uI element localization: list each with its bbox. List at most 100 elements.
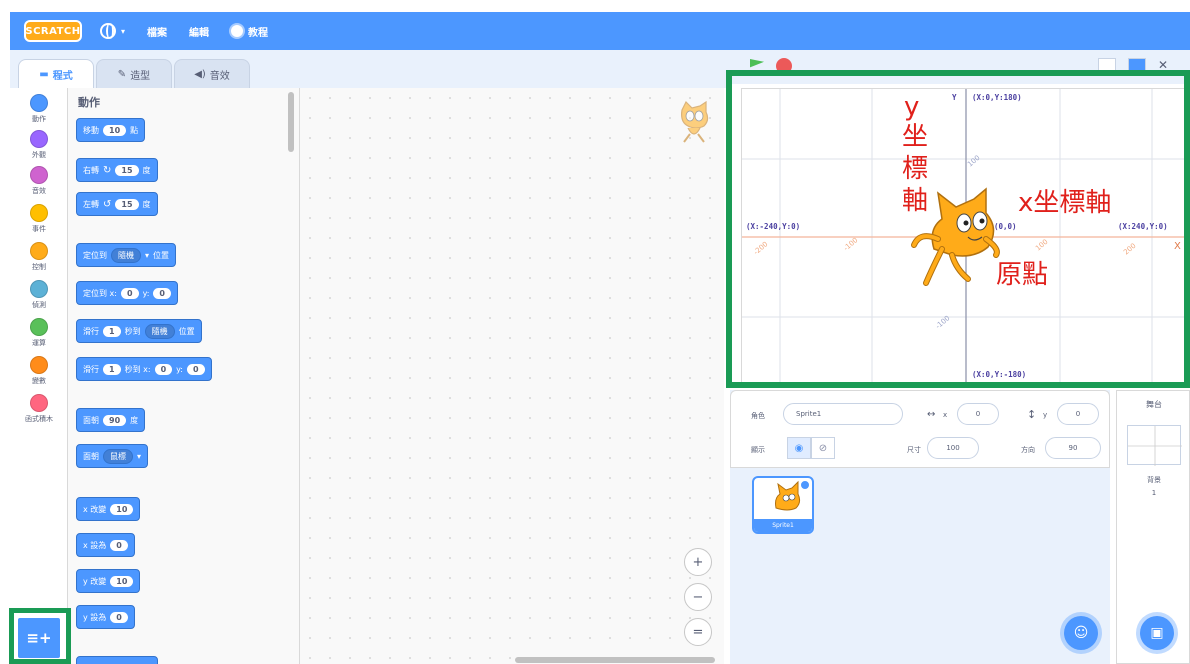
block-point-towards[interactable]: 面朝 鼠標 ▾: [76, 444, 149, 468]
block-dropdown[interactable]: 隨機: [144, 323, 175, 339]
category-control[interactable]: 控制: [10, 242, 68, 272]
block-go-to-random[interactable]: 定位到 隨機 ▾ 位置: [76, 243, 177, 267]
hide-sprite-button[interactable]: ⊘: [811, 437, 835, 459]
block-input[interactable]: 0: [187, 363, 205, 375]
menu-bar: SCRATCH ▾ 檔案 編輯 教程: [10, 12, 1190, 50]
eye-slash-icon: ⊘: [818, 442, 828, 454]
tab-code[interactable]: ▬ 程式: [18, 59, 94, 88]
scratch-logo[interactable]: SCRATCH: [24, 20, 82, 42]
zoom-in-icon: +: [692, 554, 704, 570]
block-change-y[interactable]: y 改變 10: [76, 569, 141, 593]
show-label: 顯示: [751, 446, 765, 454]
tab-code-label: 程式: [52, 70, 73, 82]
sound-dot-icon: [30, 166, 48, 184]
block-input[interactable]: 1: [103, 325, 121, 337]
language-menu[interactable]: ▾: [100, 23, 125, 39]
block-text: 位置: [153, 250, 170, 260]
category-label: 函式積木: [25, 415, 53, 423]
workspace-scrollbar[interactable]: [515, 657, 715, 663]
category-looks[interactable]: 外觀: [10, 130, 68, 160]
block-input[interactable]: 90: [103, 414, 127, 426]
block-turn-right[interactable]: 右轉 ↻ 15 度: [76, 158, 158, 182]
category-label: 運算: [32, 339, 46, 347]
block-input[interactable]: 10: [110, 503, 134, 515]
category-label: 音效: [32, 187, 46, 195]
block-change-x[interactable]: x 改變 10: [76, 497, 141, 521]
block-glide-xy[interactable]: 滑行 1 秒到 x: 0 y: 0: [76, 357, 212, 381]
choose-backdrop-button[interactable]: ▣: [1140, 616, 1174, 650]
file-menu[interactable]: 檔案: [147, 24, 167, 39]
block-input[interactable]: 15: [115, 198, 139, 210]
block-input[interactable]: 0: [153, 287, 171, 299]
block-dropdown[interactable]: 隨機: [111, 247, 141, 263]
zoom-in-button[interactable]: +: [684, 548, 712, 576]
block-text: 度: [130, 415, 139, 425]
block-input[interactable]: 10: [103, 124, 127, 136]
operators-dot-icon: [30, 318, 48, 336]
category-variables[interactable]: 變數: [10, 356, 68, 386]
zoom-reset-button[interactable]: =: [684, 618, 712, 646]
category-operators[interactable]: 運算: [10, 318, 68, 348]
block-input[interactable]: 15: [115, 164, 139, 176]
choose-sprite-button[interactable]: ☺: [1064, 616, 1098, 650]
block-turn-left[interactable]: 左轉 ↺ 15 度: [76, 192, 158, 216]
sprite-thumbnail[interactable]: Sprite1: [752, 476, 814, 534]
block-partial[interactable]: [76, 656, 158, 664]
y-label: y: [1043, 411, 1048, 419]
category-motion[interactable]: 動作: [10, 94, 68, 124]
zoom-out-button[interactable]: −: [684, 583, 712, 611]
block-set-x[interactable]: x 設為 0: [76, 533, 135, 557]
block-set-y[interactable]: y 設為 0: [76, 605, 135, 629]
block-input[interactable]: 0: [120, 287, 139, 299]
block-input[interactable]: 0: [110, 611, 128, 623]
my-blocks-dot-icon: [30, 394, 48, 412]
stage-thumbnail[interactable]: [1127, 425, 1182, 466]
delete-sprite-button[interactable]: [800, 480, 810, 490]
block-point-direction[interactable]: 面朝 90 度: [76, 408, 146, 432]
sprite-name-input[interactable]: Sprite1: [783, 403, 903, 425]
block-text: y:: [176, 364, 183, 374]
highlight-box-stage: [726, 70, 1190, 388]
rotate-left-icon: ↺: [103, 198, 112, 210]
block-input[interactable]: 0: [110, 539, 128, 551]
tutorials-menu[interactable]: 教程: [231, 24, 268, 39]
code-icon: ▬: [39, 68, 49, 80]
block-text: 滑行: [83, 364, 99, 374]
y-position-input[interactable]: 0: [1057, 403, 1099, 425]
edit-menu[interactable]: 編輯: [189, 24, 209, 39]
direction-input[interactable]: 90: [1045, 437, 1101, 459]
direction-label: 方向: [1021, 446, 1035, 454]
stage-pane-title: 舞台: [1146, 400, 1162, 409]
x-position-input[interactable]: 0: [957, 403, 999, 425]
tutorials-menu-label: 教程: [248, 27, 269, 39]
highlight-box-extension: [9, 608, 71, 664]
category-menu: 動作 外觀 音效 事件 控制 偵測 運算 變數 函式積木: [10, 88, 68, 664]
category-events[interactable]: 事件: [10, 204, 68, 234]
show-sprite-button[interactable]: ◉: [787, 437, 811, 459]
lightbulb-icon: [231, 25, 244, 37]
code-workspace[interactable]: [300, 88, 724, 664]
category-sound[interactable]: 音效: [10, 166, 68, 196]
block-text: 秒到 x:: [124, 364, 151, 374]
block-input[interactable]: 0: [154, 363, 173, 375]
category-sensing[interactable]: 偵測: [10, 280, 68, 310]
sprite-watermark-icon: [681, 100, 709, 143]
block-input[interactable]: 1: [103, 363, 121, 375]
tab-costumes[interactable]: ✎ 造型: [96, 59, 172, 88]
motion-dot-icon: [30, 94, 48, 112]
sprite-name-label: 角色: [751, 412, 765, 420]
block-text: x 改變: [83, 504, 107, 514]
x-arrows-icon: ↔: [927, 409, 936, 420]
block-input[interactable]: 10: [110, 575, 134, 587]
block-glide-random[interactable]: 滑行 1 秒到 隨機 位置: [76, 319, 202, 343]
palette-scrollbar[interactable]: [288, 92, 294, 152]
block-move-steps[interactable]: 移動 10 點: [76, 118, 146, 142]
tab-sounds[interactable]: ◀) 音效: [174, 59, 250, 88]
category-my-blocks[interactable]: 函式積木: [10, 394, 68, 424]
size-input[interactable]: 100: [927, 437, 979, 459]
block-palette: 動作 移動 10 點 右轉 ↻ 15 度 左轉 ↺ 15 度 定位到 隨機 ▾ 位置 定位到 x: 0 y…: [68, 88, 300, 664]
looks-dot-icon: [30, 130, 48, 148]
block-dropdown[interactable]: 鼠標: [103, 448, 133, 464]
block-go-to-xy[interactable]: 定位到 x: 0 y: 0: [76, 281, 178, 305]
size-label: 尺寸: [907, 446, 921, 454]
